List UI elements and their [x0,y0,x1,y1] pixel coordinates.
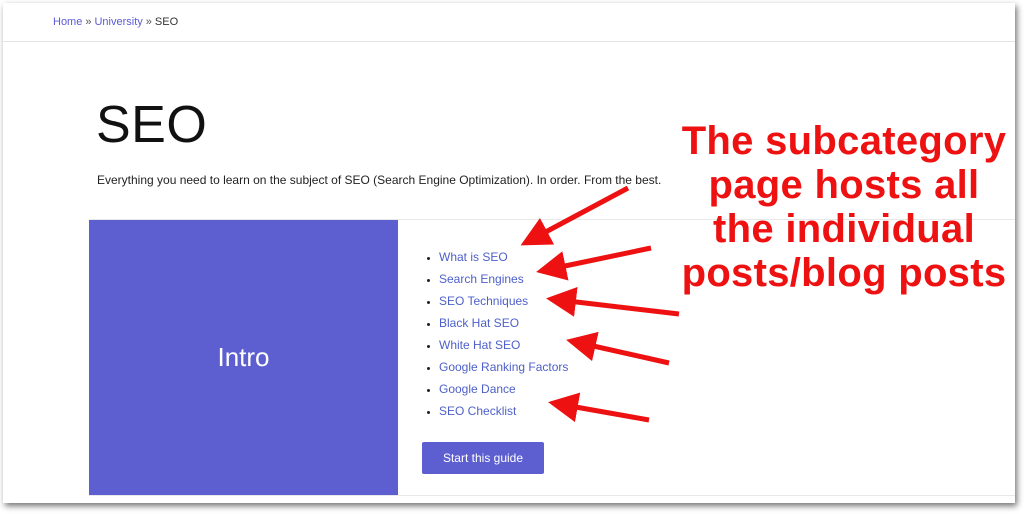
post-list: What is SEO Search Engines SEO Technique… [423,246,568,422]
post-link-seo-checklist[interactable]: SEO Checklist [439,404,516,418]
list-item: Google Dance [439,378,568,400]
breadcrumb-current: SEO [154,16,179,28]
list-item: What is SEO [439,246,568,268]
post-link-seo-techniques[interactable]: SEO Techniques [439,294,528,308]
page-description: Everything you need to learn on the subj… [97,173,662,187]
breadcrumb-university-link[interactable]: University [94,16,142,28]
breadcrumb-separator: » [145,16,152,28]
header-divider [3,41,1015,42]
list-item: SEO Checklist [439,400,568,422]
post-link-what-is-seo[interactable]: What is SEO [439,250,508,264]
list-item: Search Engines [439,268,568,290]
breadcrumb: Home» University» SEO [53,16,178,28]
post-link-google-dance[interactable]: Google Dance [439,382,516,396]
page-frame: Home» University» SEO SEO Everything you n… [3,3,1015,503]
list-item: SEO Techniques [439,290,568,312]
post-link-black-hat-seo[interactable]: Black Hat SEO [439,316,519,330]
list-item: White Hat SEO [439,334,568,356]
breadcrumb-home-link[interactable]: Home [53,16,82,28]
start-guide-button[interactable]: Start this guide [422,442,544,474]
post-link-white-hat-seo[interactable]: White Hat SEO [439,338,520,352]
intro-tile[interactable]: Intro [89,220,398,495]
post-link-google-ranking-factors[interactable]: Google Ranking Factors [439,360,568,374]
list-item: Black Hat SEO [439,312,568,334]
post-link-search-engines[interactable]: Search Engines [439,272,524,286]
intro-label: Intro [217,342,270,372]
list-item: Google Ranking Factors [439,356,568,378]
breadcrumb-separator: » [85,16,92,28]
page-title: SEO [96,96,208,154]
annotation-text: The subcategory page hosts all the indiv… [681,119,1007,295]
